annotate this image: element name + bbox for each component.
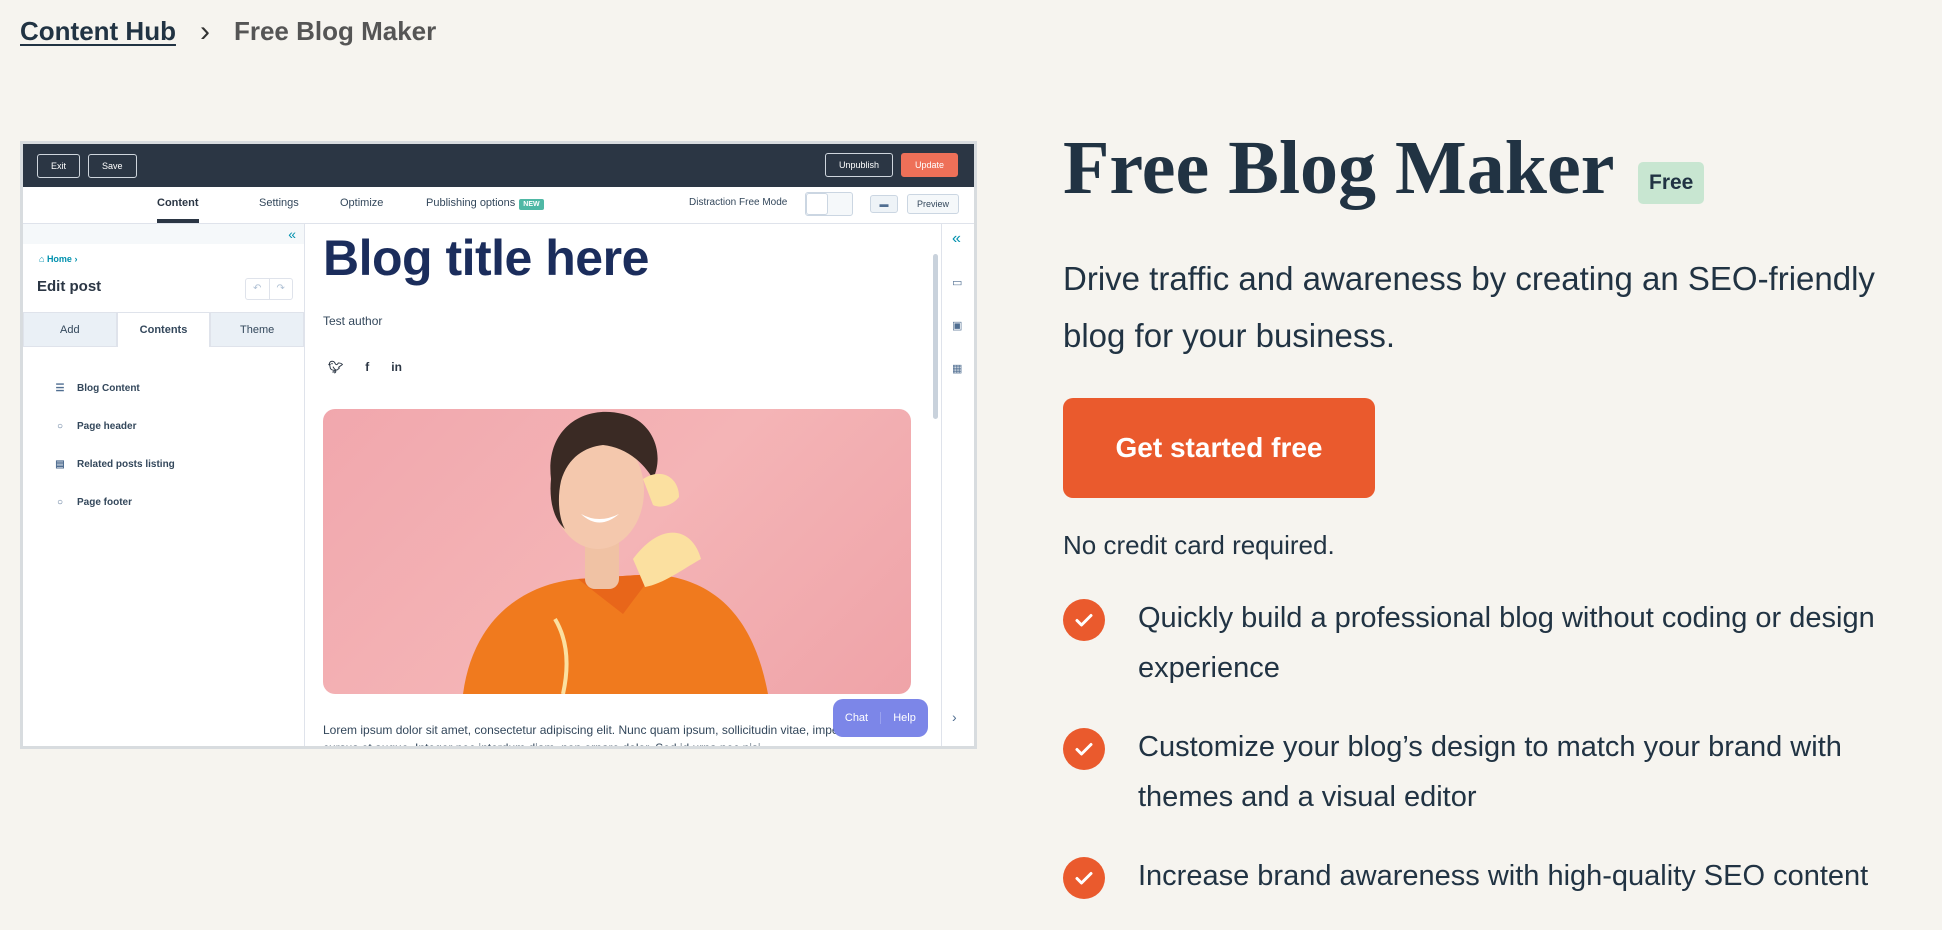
chevron-right-icon: ›: [952, 709, 957, 725]
right-tool-rail: « ▭ ▣ ▦ ›: [941, 224, 974, 746]
help-button: Help: [893, 712, 916, 724]
list-item: Increase brand awareness with high-quali…: [1063, 851, 1938, 901]
facebook-icon: f: [365, 360, 370, 374]
check-circle-icon: [1063, 599, 1105, 641]
woman-on-phone-illustration: [463, 411, 768, 694]
redo-icon: ↷: [276, 283, 285, 294]
canvas-scrollbar: [933, 254, 938, 419]
editor-sidebar: « ⌂ Home › Edit post ↶ ↷ Add Contents The…: [23, 224, 305, 746]
get-started-free-button[interactable]: Get started free: [1063, 398, 1375, 498]
blog-post-body: Lorem ipsum dolor sit amet, consectetur …: [323, 723, 894, 749]
toggle-knob: [806, 193, 828, 215]
list-item: Quickly build a professional blog withou…: [1063, 593, 1938, 693]
sidebar-tabs: Add Contents Theme: [23, 312, 305, 347]
list-item: Customize your blog’s design to match yo…: [1063, 722, 1938, 822]
exit-button: Exit: [37, 153, 81, 178]
chat-help-widget: Chat Help: [833, 699, 928, 737]
free-badge: Free: [1638, 162, 1705, 204]
distraction-free-toggle: [805, 192, 853, 216]
sidebar-item-label: Page footer: [77, 496, 133, 508]
check-circle-icon: [1063, 857, 1105, 899]
home-breadcrumb: ⌂ Home ›: [39, 254, 78, 264]
editor-canvas: Blog title here Test author 🐦︎ f in Lore…: [306, 224, 930, 749]
twitter-icon: 🐦︎: [328, 360, 344, 374]
home-icon: ⌂: [39, 254, 47, 264]
sidebar-item-blog-content: ☰ Blog Content: [53, 369, 175, 407]
expand-panel-icon: «: [952, 230, 961, 247]
sidebar-item-label: Page header: [77, 420, 137, 432]
editor-screenshot: Exit Save Unpublish Update Content Setti…: [20, 141, 977, 749]
distraction-free-label: Distraction Free Mode: [689, 197, 788, 208]
update-button: Update: [900, 153, 958, 177]
sidebar-item-related-posts: ▤ Related posts listing: [53, 445, 175, 483]
text-align-icon: ☰: [55, 382, 65, 394]
publishing-label: Publishing options: [426, 197, 516, 209]
editor-tabs: Content Settings Optimize Publishing opt…: [23, 187, 974, 224]
preview-button: Preview: [907, 194, 959, 214]
tab-settings: Settings: [259, 197, 299, 209]
breadcrumb-current: Free Blog Maker: [233, 16, 437, 46]
undo-redo-group: ↶ ↷: [245, 278, 293, 300]
list-icon: ▤: [55, 458, 65, 470]
feature-text: Quickly build a professional blog withou…: [1138, 602, 1875, 684]
chevron-right-icon: ›: [199, 14, 210, 48]
undo-icon: ↶: [246, 279, 270, 299]
blog-post-title: Blog title here: [323, 230, 649, 286]
tab-content: Content: [157, 197, 199, 223]
breadcrumb-content-hub-link[interactable]: Content Hub: [20, 16, 176, 47]
new-badge: NEW: [519, 199, 544, 210]
blog-post-author: Test author: [323, 314, 383, 328]
home-label: Home: [46, 254, 72, 264]
sidebar-tab-contents: Contents: [116, 312, 211, 347]
save-button: Save: [88, 153, 137, 178]
sidebar-tab-add: Add: [23, 312, 117, 347]
sidebar-tab-theme: Theme: [210, 312, 305, 347]
globe-icon: ○: [56, 420, 64, 432]
no-credit-card-note: No credit card required.: [1063, 530, 1335, 560]
edit-post-title: Edit post: [37, 278, 102, 295]
comment-icon: ▬: [870, 195, 898, 213]
window-icon: ▣: [952, 320, 963, 332]
collapse-sidebar-icon: «: [288, 226, 296, 242]
calendar-icon: ▦: [952, 363, 963, 375]
globe-icon: ○: [56, 496, 64, 508]
breadcrumb: Content Hub › Free Blog Maker: [20, 16, 436, 47]
linkedin-icon: in: [391, 360, 402, 374]
comment-icon: ▭: [952, 277, 963, 289]
hero-description: Drive traffic and awareness by creating …: [1063, 260, 1875, 354]
sidebar-item-page-footer: ○ Page footer: [53, 483, 175, 521]
editor-topbar: Exit Save Unpublish Update: [23, 144, 974, 187]
tab-optimize: Optimize: [340, 197, 384, 209]
unpublish-button: Unpublish: [824, 153, 893, 177]
chat-button: Chat: [833, 712, 881, 724]
feature-text: Increase brand awareness with high-quali…: [1138, 860, 1869, 892]
sidebar-item-page-header: ○ Page header: [53, 407, 175, 445]
page-title: Free Blog Maker: [1063, 126, 1615, 210]
sidebar-item-label: Blog Content: [77, 382, 140, 394]
social-share-icons: 🐦︎ f in: [328, 360, 402, 374]
check-circle-icon: [1063, 728, 1105, 770]
sidebar-module-list: ☰ Blog Content ○ Page header ▤ Related post…: [53, 369, 175, 521]
tab-publishing-options: Publishing options NEW: [426, 197, 544, 210]
blog-featured-image: [323, 409, 911, 694]
feature-text: Customize your blog’s design to match yo…: [1138, 731, 1842, 813]
feature-list: Quickly build a professional blog withou…: [1063, 593, 1938, 930]
sidebar-item-label: Related posts listing: [77, 458, 175, 470]
